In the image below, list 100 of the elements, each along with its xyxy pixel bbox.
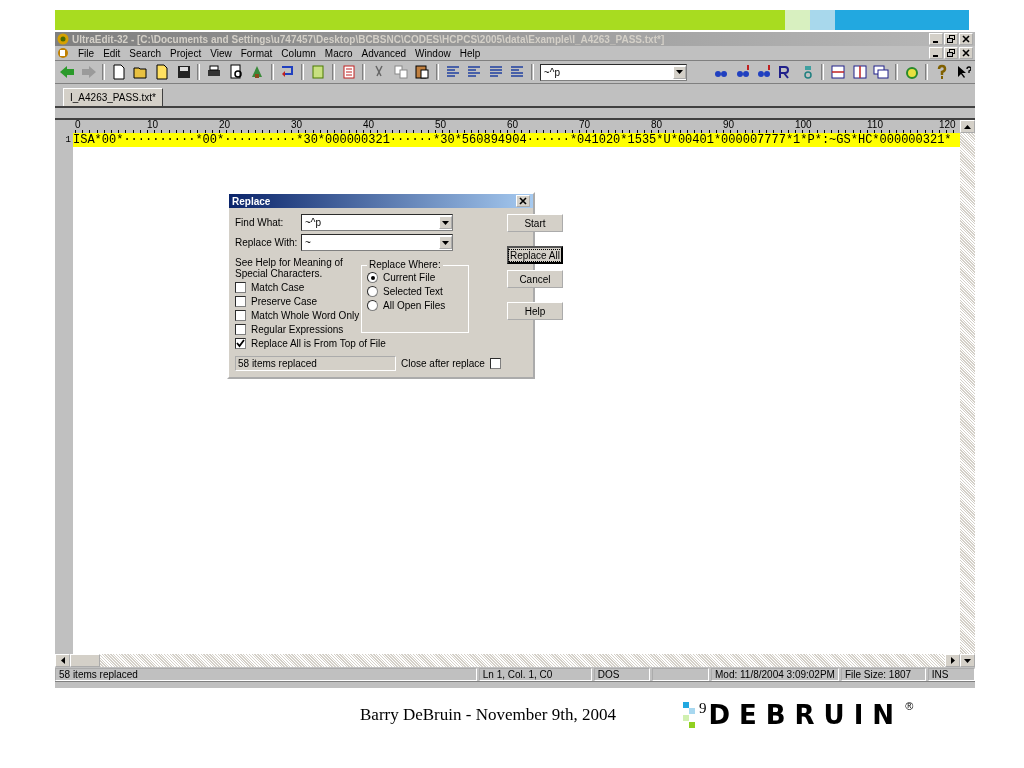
replace-with-field[interactable]: ~: [301, 234, 453, 251]
footer-text: Barry DeBruin - November 9th, 2004: [360, 705, 616, 725]
context-help-icon[interactable]: [955, 64, 972, 80]
ruler-label: 60: [507, 120, 519, 130]
option-label: All Open Files: [383, 300, 446, 311]
menu-item[interactable]: Advanced: [361, 47, 407, 59]
checkbox[interactable]: [235, 282, 246, 293]
status-panel: Ln 1, Col. 1, C0: [478, 668, 592, 681]
ruler-label: 20: [219, 120, 231, 130]
find-next-icon[interactable]: [756, 64, 772, 80]
option-label: Replace All is From Top of File: [251, 338, 386, 349]
option-label: Match Case: [251, 282, 305, 293]
menu-item[interactable]: Edit: [103, 47, 121, 59]
dialog-button[interactable]: Start: [506, 214, 563, 232]
align-left-icon[interactable]: [444, 64, 461, 80]
status-panel: 58 items replaced: [55, 668, 477, 681]
logo-wordmark: DEBRUIN: [708, 700, 904, 730]
menu-item[interactable]: Project: [170, 47, 202, 59]
field-label: Replace With:: [235, 237, 297, 248]
scroll-thumb[interactable]: [70, 654, 100, 667]
ruler-label: 90: [723, 120, 735, 130]
checkbox[interactable]: [235, 310, 246, 321]
checkbox[interactable]: [489, 358, 501, 369]
scroll-up-button[interactable]: [960, 120, 975, 133]
menu-item[interactable]: Column: [281, 47, 316, 59]
restore-button[interactable]: [944, 47, 958, 59]
column-icon[interactable]: [340, 64, 357, 80]
radio-button[interactable]: [367, 272, 378, 283]
status-panel: DOS: [593, 668, 651, 681]
dialog-button[interactable]: Cancel: [506, 270, 563, 288]
ruler-label: 50: [435, 120, 447, 130]
right-arrow-icon: [950, 657, 955, 664]
logo-squares-icon: [682, 700, 697, 730]
menu-item[interactable]: Macro: [324, 47, 353, 59]
minimize-button[interactable]: [929, 47, 943, 59]
paste-icon[interactable]: [414, 64, 430, 80]
caret-icon: [442, 220, 449, 225]
menu-item[interactable]: Search: [129, 47, 162, 59]
print-preview-icon[interactable]: [227, 64, 244, 80]
option-label: Close after replace: [401, 358, 485, 369]
ruler-label: 30: [291, 120, 303, 130]
cascade-icon[interactable]: [873, 64, 889, 80]
ruler-label: 0: [75, 120, 81, 130]
status-panel: [652, 668, 710, 681]
option-label: Match Whole Word Only: [251, 310, 360, 321]
close-button[interactable]: [516, 195, 530, 207]
app-icon: [57, 33, 69, 45]
new-file-icon[interactable]: [111, 64, 127, 80]
status-panel: File Size: 1807: [840, 668, 926, 681]
document-icon[interactable]: [57, 47, 69, 59]
justify-icon[interactable]: [509, 64, 525, 80]
radio-button[interactable]: [367, 286, 378, 297]
status-panel: Mod: 11/8/2004 3:09:02PM: [711, 668, 839, 681]
ruler-label: 40: [363, 120, 375, 130]
ruler-label: 70: [579, 120, 591, 130]
checkbox[interactable]: [235, 338, 246, 349]
option-label: Regular Expressions: [251, 324, 344, 335]
option-label: Selected Text: [383, 286, 443, 297]
radio-button[interactable]: [367, 300, 378, 311]
align-center-icon[interactable]: [466, 64, 482, 80]
dialog-title: Replace: [232, 195, 271, 207]
dialog-button[interactable]: Help: [506, 302, 563, 320]
ruler-label: 100: [795, 120, 812, 130]
find-what-field[interactable]: ~^p: [301, 214, 453, 231]
checkbox[interactable]: [235, 324, 246, 335]
left-arrow-icon: [60, 657, 65, 664]
registered-mark: ®: [905, 700, 914, 712]
tile-h-icon[interactable]: [830, 64, 846, 80]
menu-item[interactable]: File: [78, 47, 95, 59]
status-panel: INS: [927, 668, 975, 681]
menu-item[interactable]: View: [210, 47, 232, 59]
caret-icon: [676, 70, 684, 74]
scroll-right-button[interactable]: [945, 654, 960, 667]
vertical-scrollbar[interactable]: [960, 133, 975, 654]
save-icon[interactable]: [175, 64, 192, 80]
scroll-down-button[interactable]: [960, 654, 975, 667]
file-tab[interactable]: I_A4263_PASS.txt*: [63, 88, 163, 106]
scroll-left-button[interactable]: [55, 654, 70, 667]
tile-v-icon[interactable]: [851, 64, 868, 80]
open-folder-icon[interactable]: [132, 64, 149, 80]
menu-item[interactable]: Window: [415, 47, 451, 59]
ruler-label: 10: [147, 120, 159, 130]
find-combobox[interactable]: ~^p: [539, 63, 688, 81]
status-message: 58 items replaced: [235, 356, 396, 371]
align-right-icon[interactable]: [487, 64, 504, 80]
ruler-label: 120: [939, 120, 956, 130]
open-file-icon[interactable]: [154, 64, 170, 80]
menu-item[interactable]: Format: [240, 47, 273, 59]
help-note: See Help for Meaning of Special Characters.: [235, 257, 344, 279]
group-label: Replace Where:: [367, 259, 443, 270]
checkbox[interactable]: [235, 296, 246, 307]
dialog-button[interactable]: Replace All: [506, 246, 563, 264]
close-button[interactable]: [959, 47, 973, 59]
option-label: Preserve Case: [251, 296, 318, 307]
down-arrow-icon: [964, 658, 971, 663]
find-prev-icon[interactable]: [734, 64, 751, 80]
ruler-label: 80: [651, 120, 663, 130]
menu-item[interactable]: Help: [459, 47, 481, 59]
ruler-label: 110: [867, 120, 883, 130]
line-number: 1: [64, 135, 72, 145]
